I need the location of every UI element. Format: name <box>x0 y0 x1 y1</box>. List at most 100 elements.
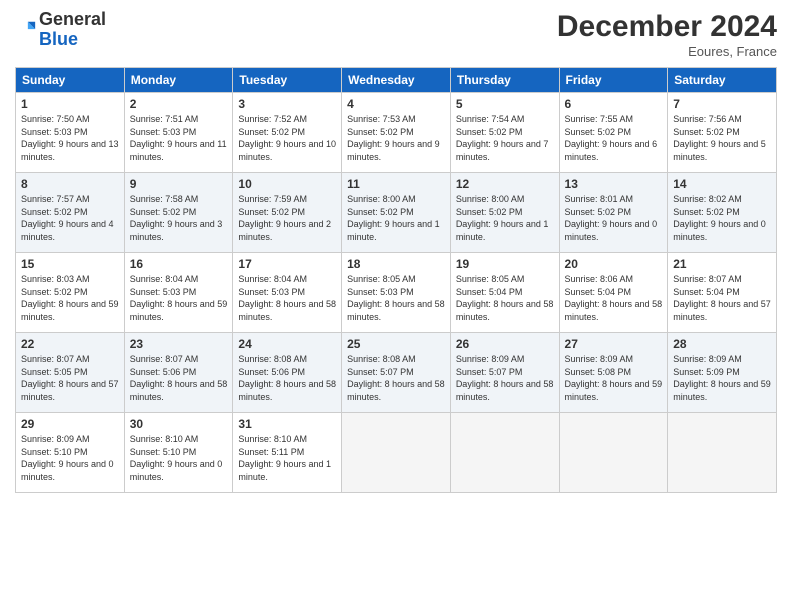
day-number: 21 <box>673 257 771 271</box>
calendar-cell: 13Sunrise: 8:01 AMSunset: 5:02 PMDayligh… <box>559 173 668 253</box>
day-info: Sunrise: 8:07 AMSunset: 5:06 PMDaylight:… <box>130 354 228 402</box>
day-number: 30 <box>130 417 228 431</box>
calendar-cell: 2 Sunrise: 7:51 AMSunset: 5:03 PMDaylight… <box>124 93 233 173</box>
logo-blue: Blue <box>39 29 78 49</box>
calendar-cell: 4 Sunrise: 7:53 AMSunset: 5:02 PMDaylight… <box>342 93 451 173</box>
day-info: Sunrise: 8:07 AMSunset: 5:04 PMDaylight:… <box>673 274 771 322</box>
day-number: 24 <box>238 337 336 351</box>
day-info: Sunrise: 8:03 AMSunset: 5:02 PMDaylight:… <box>21 274 119 322</box>
calendar-cell: 30 Sunrise: 8:10 AMSunset: 5:10 PMDayligh… <box>124 413 233 493</box>
day-info: Sunrise: 8:06 AMSunset: 5:04 PMDaylight:… <box>565 274 663 322</box>
calendar-cell: 9 Sunrise: 7:58 AMSunset: 5:02 PMDaylight… <box>124 173 233 253</box>
day-info: Sunrise: 8:02 AMSunset: 5:02 PMDaylight:… <box>673 194 766 242</box>
day-info: Sunrise: 7:58 AMSunset: 5:02 PMDaylight:… <box>130 194 223 242</box>
day-info: Sunrise: 7:59 AMSunset: 5:02 PMDaylight:… <box>238 194 331 242</box>
col-saturday: Saturday <box>668 68 777 93</box>
calendar-cell: 11 Sunrise: 8:00 AMSunset: 5:02 PMDayligh… <box>342 173 451 253</box>
day-number: 1 <box>21 97 119 111</box>
logo-icon <box>15 19 37 41</box>
day-number: 27 <box>565 337 663 351</box>
calendar-cell: 10Sunrise: 7:59 AMSunset: 5:02 PMDayligh… <box>233 173 342 253</box>
calendar-table: Sunday Monday Tuesday Wednesday Thursday… <box>15 67 777 493</box>
calendar-cell: 12Sunrise: 8:00 AMSunset: 5:02 PMDayligh… <box>450 173 559 253</box>
day-number: 12 <box>456 177 554 191</box>
day-number: 4 <box>347 97 445 111</box>
week-row-1: 1Sunrise: 7:50 AMSunset: 5:03 PMDaylight… <box>16 93 777 173</box>
day-info: Sunrise: 7:55 AMSunset: 5:02 PMDaylight:… <box>565 114 658 162</box>
day-info: Sunrise: 8:01 AMSunset: 5:02 PMDaylight:… <box>565 194 658 242</box>
day-info: Sunrise: 8:09 AMSunset: 5:10 PMDaylight:… <box>21 434 114 482</box>
col-friday: Friday <box>559 68 668 93</box>
calendar-cell: 29 Sunrise: 8:09 AMSunset: 5:10 PMDayligh… <box>16 413 125 493</box>
page-header: General Blue December 2024 Eoures, Franc… <box>15 10 777 59</box>
day-number: 20 <box>565 257 663 271</box>
title-section: December 2024 Eoures, France <box>557 10 777 59</box>
day-number: 7 <box>673 97 771 111</box>
day-info: Sunrise: 8:00 AMSunset: 5:02 PMDaylight:… <box>347 194 440 242</box>
day-number: 11 <box>347 177 445 191</box>
day-number: 28 <box>673 337 771 351</box>
day-info: Sunrise: 8:05 AMSunset: 5:04 PMDaylight:… <box>456 274 554 322</box>
day-info: Sunrise: 7:52 AMSunset: 5:02 PMDaylight:… <box>238 114 336 162</box>
day-number: 18 <box>347 257 445 271</box>
calendar-header-row: Sunday Monday Tuesday Wednesday Thursday… <box>16 68 777 93</box>
calendar-cell: 5Sunrise: 7:54 AMSunset: 5:02 PMDaylight… <box>450 93 559 173</box>
day-number: 29 <box>21 417 119 431</box>
day-info: Sunrise: 8:05 AMSunset: 5:03 PMDaylight:… <box>347 274 445 322</box>
logo: General Blue <box>15 10 106 50</box>
calendar-cell: 18 Sunrise: 8:05 AMSunset: 5:03 PMDayligh… <box>342 253 451 333</box>
day-info: Sunrise: 7:53 AMSunset: 5:02 PMDaylight:… <box>347 114 440 162</box>
day-info: Sunrise: 7:51 AMSunset: 5:03 PMDaylight:… <box>130 114 227 162</box>
logo-text: General Blue <box>39 10 106 50</box>
day-info: Sunrise: 8:09 AMSunset: 5:09 PMDaylight:… <box>673 354 771 402</box>
day-number: 25 <box>347 337 445 351</box>
calendar-cell: 15 Sunrise: 8:03 AMSunset: 5:02 PMDayligh… <box>16 253 125 333</box>
day-number: 15 <box>21 257 119 271</box>
calendar-cell: 3 Sunrise: 7:52 AMSunset: 5:02 PMDaylight… <box>233 93 342 173</box>
logo-general: General <box>39 9 106 29</box>
day-info: Sunrise: 8:10 AMSunset: 5:11 PMDaylight:… <box>238 434 331 482</box>
location: Eoures, France <box>557 44 777 59</box>
day-info: Sunrise: 8:04 AMSunset: 5:03 PMDaylight:… <box>238 274 336 322</box>
week-row-5: 29 Sunrise: 8:09 AMSunset: 5:10 PMDayligh… <box>16 413 777 493</box>
calendar-cell: 19 Sunrise: 8:05 AMSunset: 5:04 PMDayligh… <box>450 253 559 333</box>
calendar-cell: 28 Sunrise: 8:09 AMSunset: 5:09 PMDayligh… <box>668 333 777 413</box>
day-number: 19 <box>456 257 554 271</box>
day-number: 3 <box>238 97 336 111</box>
day-number: 16 <box>130 257 228 271</box>
day-info: Sunrise: 8:09 AMSunset: 5:07 PMDaylight:… <box>456 354 554 402</box>
day-info: Sunrise: 7:56 AMSunset: 5:02 PMDaylight:… <box>673 114 766 162</box>
calendar-cell <box>668 413 777 493</box>
day-info: Sunrise: 7:57 AMSunset: 5:02 PMDaylight:… <box>21 194 114 242</box>
day-number: 22 <box>21 337 119 351</box>
calendar-cell: 26 Sunrise: 8:09 AMSunset: 5:07 PMDayligh… <box>450 333 559 413</box>
calendar-cell: 16 Sunrise: 8:04 AMSunset: 5:03 PMDayligh… <box>124 253 233 333</box>
calendar-cell: 8 Sunrise: 7:57 AMSunset: 5:02 PMDaylight… <box>16 173 125 253</box>
day-info: Sunrise: 8:04 AMSunset: 5:03 PMDaylight:… <box>130 274 228 322</box>
week-row-4: 22 Sunrise: 8:07 AMSunset: 5:05 PMDayligh… <box>16 333 777 413</box>
calendar-cell: 21 Sunrise: 8:07 AMSunset: 5:04 PMDayligh… <box>668 253 777 333</box>
day-number: 2 <box>130 97 228 111</box>
month-title: December 2024 <box>557 10 777 44</box>
day-info: Sunrise: 8:08 AMSunset: 5:06 PMDaylight:… <box>238 354 336 402</box>
calendar-cell: 1Sunrise: 7:50 AMSunset: 5:03 PMDaylight… <box>16 93 125 173</box>
day-info: Sunrise: 8:09 AMSunset: 5:08 PMDaylight:… <box>565 354 663 402</box>
calendar-cell: 17Sunrise: 8:04 AMSunset: 5:03 PMDayligh… <box>233 253 342 333</box>
day-info: Sunrise: 8:10 AMSunset: 5:10 PMDaylight:… <box>130 434 223 482</box>
calendar-cell <box>342 413 451 493</box>
calendar-cell: 14 Sunrise: 8:02 AMSunset: 5:02 PMDayligh… <box>668 173 777 253</box>
day-info: Sunrise: 8:07 AMSunset: 5:05 PMDaylight:… <box>21 354 119 402</box>
calendar-cell: 6Sunrise: 7:55 AMSunset: 5:02 PMDaylight… <box>559 93 668 173</box>
day-number: 31 <box>238 417 336 431</box>
day-number: 14 <box>673 177 771 191</box>
day-number: 9 <box>130 177 228 191</box>
week-row-2: 8 Sunrise: 7:57 AMSunset: 5:02 PMDaylight… <box>16 173 777 253</box>
week-row-3: 15 Sunrise: 8:03 AMSunset: 5:02 PMDayligh… <box>16 253 777 333</box>
day-number: 5 <box>456 97 554 111</box>
day-number: 26 <box>456 337 554 351</box>
day-number: 8 <box>21 177 119 191</box>
col-sunday: Sunday <box>16 68 125 93</box>
col-tuesday: Tuesday <box>233 68 342 93</box>
col-thursday: Thursday <box>450 68 559 93</box>
calendar-cell: 24 Sunrise: 8:08 AMSunset: 5:06 PMDayligh… <box>233 333 342 413</box>
